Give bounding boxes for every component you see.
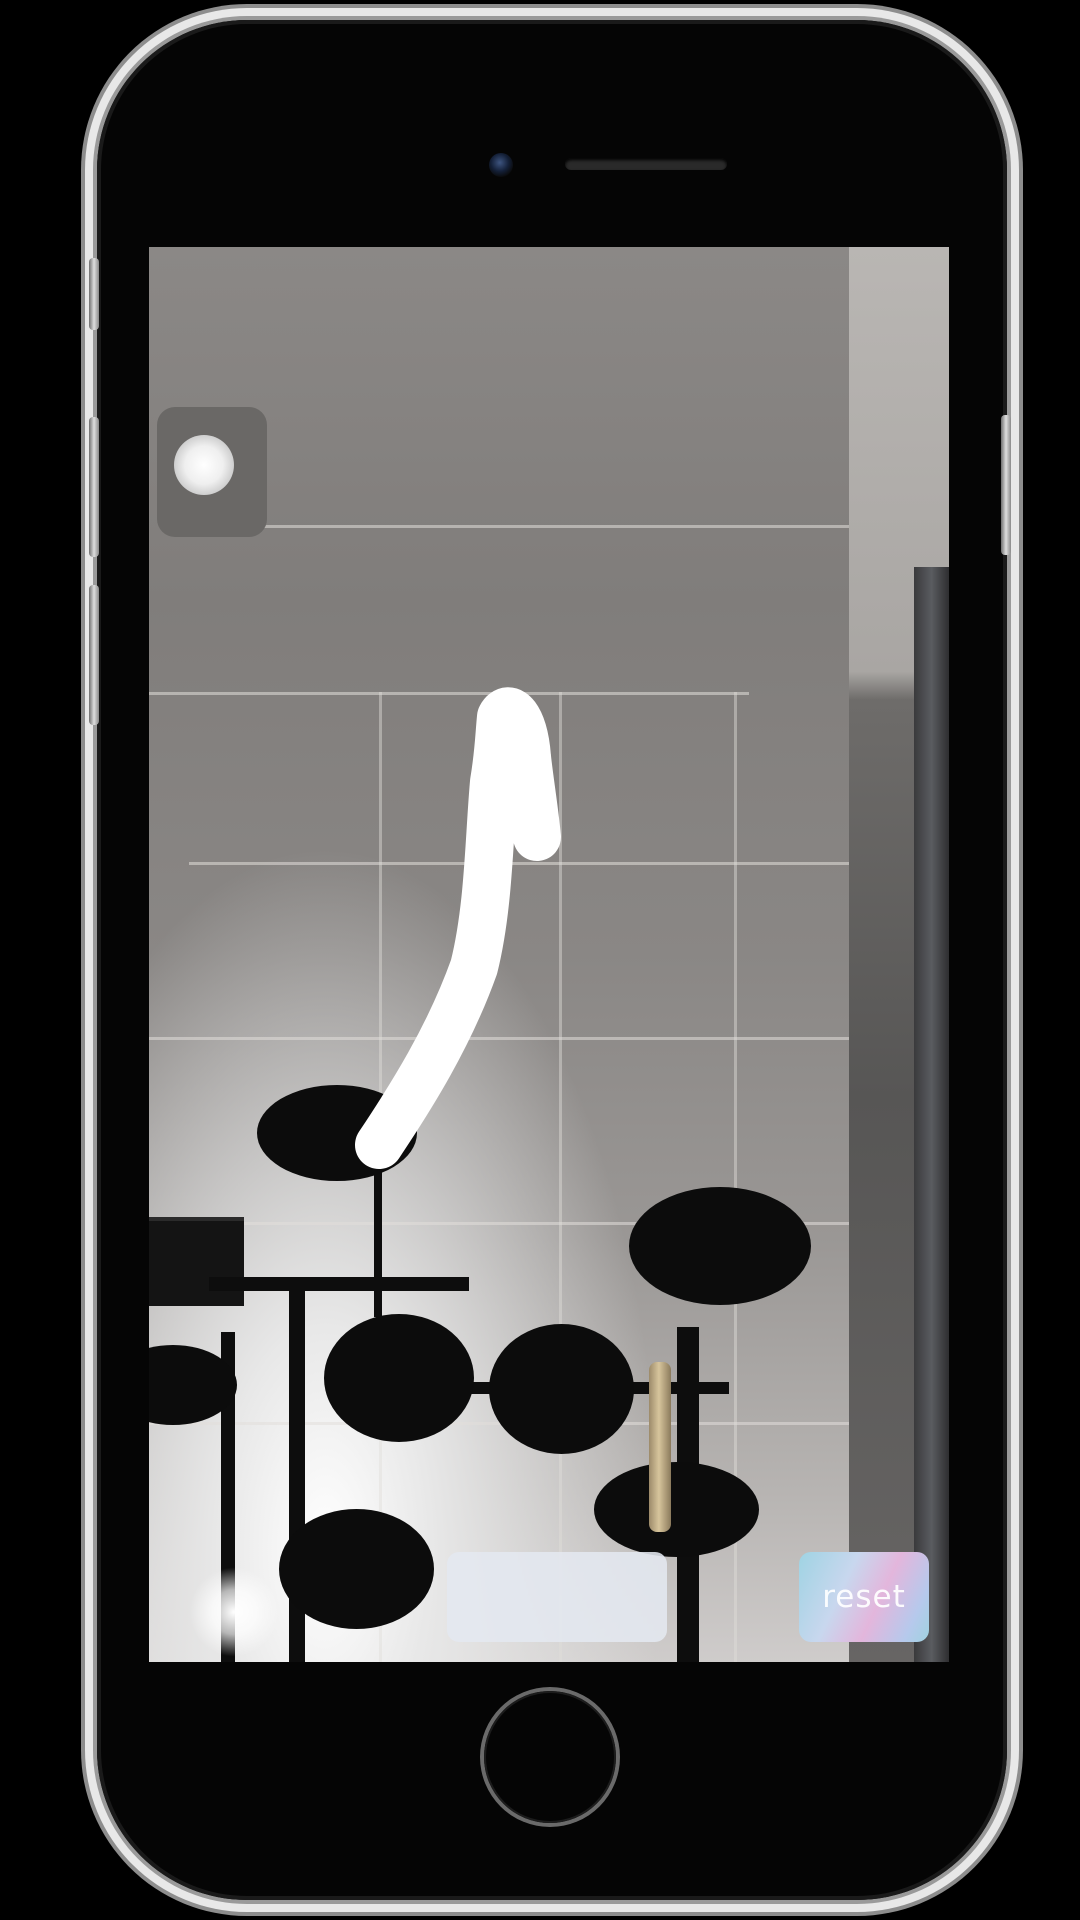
blank-control-button[interactable] (447, 1552, 667, 1642)
earpiece-speaker-icon (565, 158, 727, 170)
power-button (1001, 415, 1011, 555)
reset-button[interactable]: reset (799, 1552, 929, 1642)
ar-camera-view[interactable]: reset (149, 247, 949, 1662)
recording-stage: reset (0, 0, 1080, 1920)
white-brush-stroke (355, 687, 561, 1169)
mute-switch (89, 258, 99, 330)
volume-down-button (89, 585, 99, 725)
ar-drawing-stroke (355, 687, 561, 1169)
volume-up-button (89, 417, 99, 557)
front-camera-icon (489, 153, 513, 177)
home-button-icon[interactable] (484, 1691, 616, 1823)
